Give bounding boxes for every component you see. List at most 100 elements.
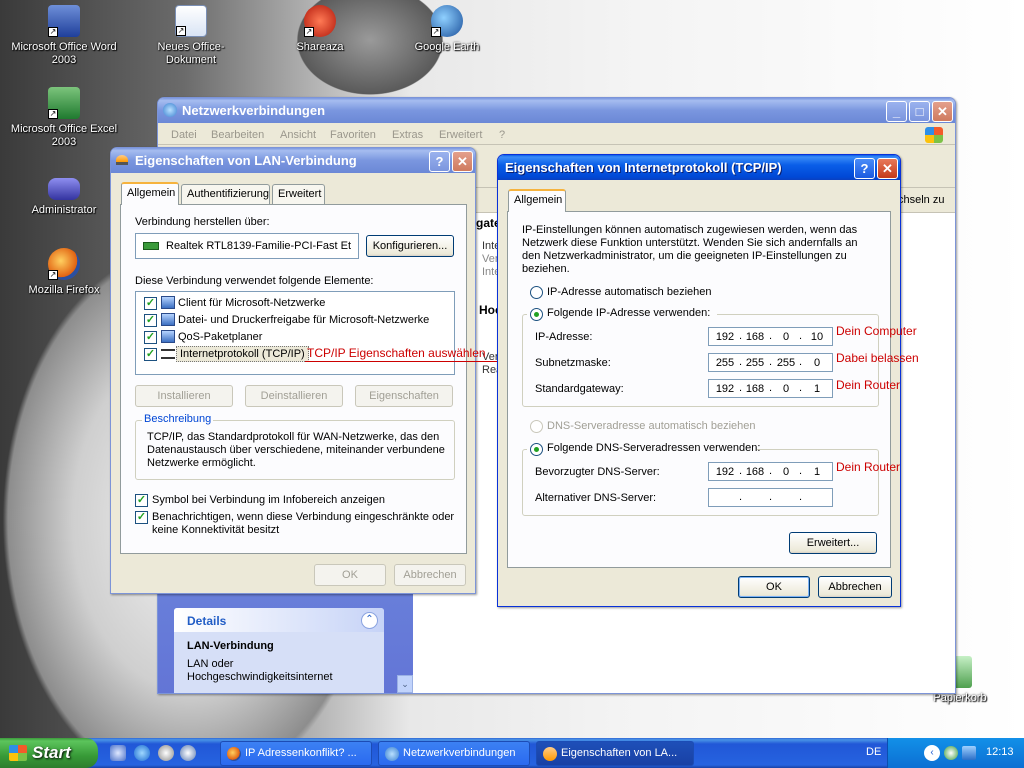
scrollbar[interactable]: ⌄ (397, 675, 413, 693)
dot: . (739, 491, 743, 503)
tab-allgemein[interactable]: Allgemein (121, 182, 179, 205)
quicklaunch-ie-icon[interactable] (134, 745, 150, 761)
qos-icon (161, 330, 175, 343)
desktop-icon-firefox[interactable]: ↗ Mozilla Firefox (9, 248, 119, 297)
tray-expand-icon[interactable]: ‹ (924, 745, 940, 761)
task-eigenschaften-lan[interactable]: Eigenschaften von LA... (536, 741, 694, 766)
desktop-icon-office-document[interactable]: ↗ Neues Office-Dokument (136, 5, 246, 67)
firefox-icon: ↗ (48, 248, 80, 280)
uninstall-button[interactable]: Deinstallieren (245, 385, 343, 407)
menu-item-favoriten[interactable]: Favoriten (330, 129, 376, 141)
checkbox-tcpip[interactable]: ✓ (144, 348, 157, 361)
task-netzwerkverbindungen[interactable]: Netzwerkverbindungen (378, 741, 530, 766)
ip-address-label: IP-Adresse: (535, 331, 593, 343)
gateway-field[interactable]: 192. 168. 0. 1 (708, 379, 833, 398)
preferred-dns-field[interactable]: 192. 168. 0. 1 (708, 462, 833, 481)
start-button[interactable]: Start (0, 738, 98, 768)
system-tray: DE ‹ 12:13 (866, 738, 1024, 768)
ip-address-field[interactable]: 192. 168. 0. 10 (708, 327, 833, 346)
auto-dns-label[interactable]: DNS-Serveradresse automatisch beziehen (547, 420, 756, 432)
collapse-chevron-icon[interactable]: ⌃ (361, 612, 378, 629)
menu-item-datei[interactable]: Datei (171, 129, 197, 141)
client-icon (161, 296, 175, 309)
ok-button[interactable]: OK (738, 576, 810, 598)
quicklaunch-media-icon[interactable] (158, 745, 174, 761)
list-item[interactable]: Client für Microsoft-Netzwerke (178, 297, 325, 309)
desktop-icon-administrator[interactable]: Administrator (9, 170, 119, 217)
subnet-mask-field[interactable]: 255. 255. 255. 0 (708, 353, 833, 372)
window-title: Eigenschaften von Internetprotokoll (TCP… (505, 160, 782, 175)
desktop-icon-label: Google Earth (414, 41, 480, 53)
desktop-icon-word[interactable]: ↗ Microsoft Office Word 2003 (9, 5, 119, 67)
radio-auto-dns[interactable] (530, 420, 543, 433)
wechseln-link[interactable]: chseln zu (898, 194, 944, 206)
network-card-icon (143, 242, 159, 250)
show-icon-label[interactable]: Symbol bei Verbindung im Infobereich anz… (152, 494, 385, 506)
checkbox-client[interactable]: ✓ (144, 297, 157, 310)
note-gateway: Dein Router (836, 378, 901, 392)
tab-authentifizierung[interactable]: Authentifizierung (181, 184, 270, 204)
intro-text: IP-Einstellungen können automatisch zuge… (522, 224, 858, 275)
adapter-name: Realtek RTL8139-Familie-PCI-Fast Et (166, 240, 352, 252)
checkbox-show-icon[interactable]: ✓ (135, 494, 148, 507)
quicklaunch-desktop-icon[interactable] (110, 745, 126, 761)
maximize-button[interactable]: □ (909, 101, 930, 122)
close-button[interactable]: ✕ (877, 158, 898, 179)
desktop-icon-google-earth[interactable]: ↗ Google Earth (392, 5, 502, 54)
radio-manual-dns[interactable] (530, 443, 543, 456)
desktop-icon-excel[interactable]: ↗ Microsoft Office Excel 2003 (9, 87, 119, 149)
sharing-icon (161, 313, 175, 326)
help-button[interactable]: ? (854, 158, 875, 179)
tcpip-properties-titlebar[interactable]: Eigenschaften von Internetprotokoll (TCP… (498, 155, 900, 180)
help-button[interactable]: ? (429, 151, 450, 172)
details-header[interactable]: Details ⌃ (174, 608, 384, 632)
checkbox-file-sharing[interactable]: ✓ (144, 314, 157, 327)
lan-properties-dialog[interactable]: Eigenschaften von LAN-Verbindung ? ✕ All… (110, 147, 476, 594)
tab-allgemein[interactable]: Allgemein (508, 189, 566, 212)
dot: . (769, 465, 773, 477)
tab-erweitert[interactable]: Erweitert (272, 184, 325, 204)
properties-button[interactable]: Eigenschaften (355, 385, 453, 407)
ok-button[interactable]: OK (314, 564, 386, 586)
dot: . (739, 382, 743, 394)
notify-label[interactable]: Benachrichtigen, wenn diese Verbindung e… (152, 511, 457, 537)
auto-ip-label[interactable]: IP-Adresse automatisch beziehen (547, 286, 711, 298)
manual-ip-label[interactable]: Folgende IP-Adresse verwenden: (547, 307, 710, 319)
word-icon: ↗ (48, 5, 80, 37)
menu-item-erweitert[interactable]: Erweitert (439, 129, 482, 141)
task-ip-adressenkonflikt[interactable]: IP Adressenkonflikt? ... (220, 741, 372, 766)
list-item-tcpip[interactable]: Internetprotokoll (TCP/IP) (176, 346, 309, 362)
configure-button[interactable]: Konfigurieren... (366, 235, 454, 257)
radio-manual-ip[interactable] (530, 308, 543, 321)
menu-item-bearbeiten[interactable]: Bearbeiten (211, 129, 264, 141)
desktop-icon-shareaza[interactable]: ↗ Shareaza (265, 5, 375, 54)
network-connections-titlebar[interactable]: Netzwerkverbindungen _ □ ✕ (158, 98, 955, 123)
clock: 12:13 (986, 746, 1014, 758)
quicklaunch-player-icon[interactable] (180, 745, 196, 761)
description-title: Beschreibung (142, 413, 214, 425)
language-indicator[interactable]: DE (866, 746, 881, 758)
checkbox-notify[interactable]: ✓ (135, 511, 148, 524)
tray-security-icon[interactable] (962, 746, 976, 760)
close-button[interactable]: ✕ (452, 151, 473, 172)
list-item[interactable]: Datei- und Druckerfreigabe für Microsoft… (178, 314, 429, 326)
octet: 168 (745, 331, 765, 343)
tray-network-icon[interactable] (944, 746, 958, 760)
minimize-button[interactable]: _ (886, 101, 907, 122)
checkbox-qos[interactable]: ✓ (144, 331, 157, 344)
menu-item-extras[interactable]: Extras (392, 129, 423, 141)
octet: 0 (782, 331, 790, 343)
cancel-button[interactable]: Abbrechen (818, 576, 892, 598)
close-button[interactable]: ✕ (932, 101, 953, 122)
alternate-dns-field[interactable]: . . . (708, 488, 833, 507)
cancel-button[interactable]: Abbrechen (394, 564, 466, 586)
menu-item-ansicht[interactable]: Ansicht (280, 129, 316, 141)
list-item[interactable]: QoS-Paketplaner (178, 331, 262, 343)
lan-tab-panel: Verbindung herstellen über: Realtek RTL8… (120, 204, 467, 554)
menu-item-help[interactable]: ? (499, 129, 505, 141)
manual-dns-label[interactable]: Folgende DNS-Serveradressen verwenden: (547, 442, 760, 454)
advanced-button[interactable]: Erweitert... (789, 532, 877, 554)
install-button[interactable]: Installieren (135, 385, 233, 407)
lan-properties-titlebar[interactable]: Eigenschaften von LAN-Verbindung ? ✕ (111, 148, 475, 173)
radio-auto-ip[interactable] (530, 286, 543, 299)
